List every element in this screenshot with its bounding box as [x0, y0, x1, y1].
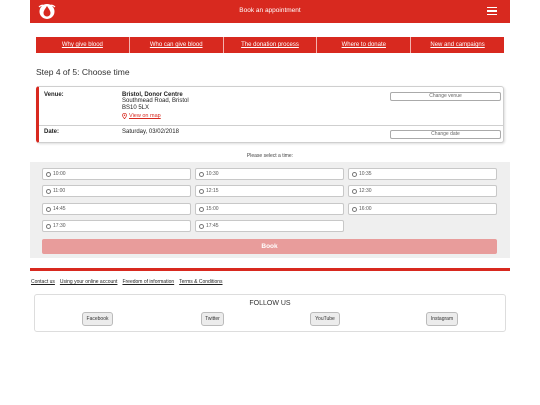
radio-icon[interactable]: [199, 206, 204, 212]
time-slot[interactable]: 12:30: [348, 185, 497, 197]
time-slot-label: 12:15: [206, 188, 219, 194]
footer-link-contact-us[interactable]: Contact us: [31, 279, 55, 285]
instagram-button[interactable]: Instagram: [426, 312, 458, 326]
main-nav: Why give blood Who can give blood The do…: [36, 37, 504, 53]
footer-link-terms[interactable]: Terms & Conditions: [179, 279, 222, 285]
time-slot[interactable]: 10:30: [195, 168, 344, 180]
radio-icon[interactable]: [46, 223, 51, 229]
map-pin-icon: [122, 113, 127, 120]
time-slot[interactable]: 10:00: [42, 168, 191, 180]
venue-label: Venue:: [44, 92, 64, 98]
time-slot[interactable]: 12:15: [195, 185, 344, 197]
time-slot[interactable]: 17:30: [42, 220, 191, 232]
footer-link-freedom-of-information[interactable]: Freedom of information: [122, 279, 174, 285]
footer-link-online-account[interactable]: Using your online account: [60, 279, 118, 285]
footer-divider: [30, 268, 510, 271]
page-header-title: Book an appointment: [239, 7, 301, 14]
nav-item-where-to-donate[interactable]: Where to donate: [317, 37, 412, 53]
time-slot-label: 16:00: [359, 206, 372, 212]
radio-icon[interactable]: [352, 171, 357, 177]
book-button[interactable]: Book: [42, 239, 497, 254]
time-slot-label: 15:00: [206, 206, 219, 212]
venue-postcode: BS10 5LX: [122, 104, 150, 111]
radio-icon[interactable]: [352, 206, 357, 212]
venue-address: Southmead Road, Bristol: [122, 98, 189, 105]
time-slot-label: 10:30: [206, 171, 219, 177]
time-slot-label: 17:45: [206, 223, 219, 229]
time-slot-label: 10:35: [359, 171, 372, 177]
footer-links: Contact us Using your online account Fre…: [31, 279, 223, 285]
youtube-button[interactable]: YouTube: [310, 312, 340, 326]
view-on-map-label: View on map: [129, 112, 161, 119]
radio-icon[interactable]: [199, 171, 204, 177]
nav-item-news-and-campaigns[interactable]: New and campaigns: [411, 37, 504, 53]
time-slot[interactable]: 15:00: [195, 203, 344, 215]
time-slot-panel: 10:00 10:30 10:35 11:00 12:15 12:30 14:4…: [30, 162, 510, 258]
appointment-details-card: Venue: Bristol, Donor Centre Southmead R…: [36, 86, 504, 143]
follow-us-box: FOLLOW US Facebook Twitter YouTube Insta…: [34, 294, 506, 332]
time-slot[interactable]: 14:45: [42, 203, 191, 215]
change-date-button[interactable]: Change date: [390, 130, 501, 139]
venue-info: Bristol, Donor Centre Southmead Road, Br…: [122, 92, 189, 121]
follow-us-title: FOLLOW US: [249, 300, 291, 307]
date-value: Saturday, 03/02/2018: [122, 129, 179, 135]
facebook-button[interactable]: Facebook: [82, 312, 113, 326]
radio-icon[interactable]: [352, 188, 357, 194]
time-slot-label: 12:30: [359, 188, 372, 194]
time-slot-label: 10:00: [53, 171, 66, 177]
time-slot-label: 17:30: [53, 223, 66, 229]
twitter-button[interactable]: Twitter: [201, 312, 224, 326]
time-slot[interactable]: 11:00: [42, 185, 191, 197]
select-time-prompt: Please select a time:: [246, 153, 294, 159]
view-on-map-link[interactable]: View on map: [122, 112, 161, 120]
time-slot-label: 14:45: [53, 206, 66, 212]
nav-item-donation-process[interactable]: The donation process: [224, 37, 318, 53]
radio-icon[interactable]: [46, 188, 51, 194]
radio-icon[interactable]: [199, 223, 204, 229]
top-bar: Book an appointment: [30, 0, 510, 23]
details-divider: [39, 125, 503, 126]
time-slot[interactable]: 17:45: [195, 220, 344, 232]
time-slot-label: 11:00: [53, 188, 66, 194]
date-label: Date:: [44, 129, 60, 135]
hamburger-icon[interactable]: [487, 7, 497, 15]
nav-item-who-can-give-blood[interactable]: Who can give blood: [130, 37, 224, 53]
radio-icon[interactable]: [199, 188, 204, 194]
radio-icon[interactable]: [46, 171, 51, 177]
time-slot[interactable]: 16:00: [348, 203, 497, 215]
time-slot[interactable]: 10:35: [348, 168, 497, 180]
nav-item-why-give-blood[interactable]: Why give blood: [36, 37, 130, 53]
change-venue-button[interactable]: Change venue: [390, 92, 501, 101]
radio-icon[interactable]: [46, 206, 51, 212]
step-title: Step 4 of 5: Choose time: [36, 67, 130, 77]
